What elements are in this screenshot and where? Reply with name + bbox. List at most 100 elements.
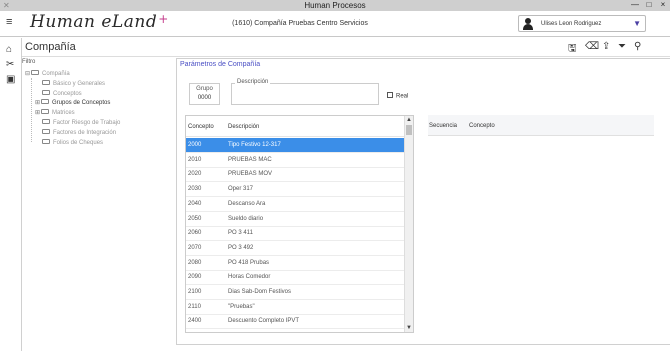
- vertical-scrollbar[interactable]: ▲ ▼: [404, 116, 413, 332]
- concepto-cell: 2000: [188, 142, 202, 148]
- real-checkbox[interactable]: Real: [387, 92, 409, 100]
- table-row[interactable]: 2030 Oper 317: [186, 182, 405, 198]
- table-row[interactable]: 2020 PRUEBAS MOV: [186, 167, 405, 183]
- concepto-cell: 2010: [188, 156, 202, 163]
- tree-filter-label: Filtro: [22, 59, 36, 65]
- scroll-down-icon[interactable]: ▼: [405, 324, 413, 332]
- descripcion-cell: PO 3 492: [228, 244, 254, 251]
- descripcion-cell: "Pruebas": [228, 303, 255, 310]
- concepto-cell: 2060: [188, 230, 202, 237]
- hamburger-menu-icon[interactable]: ≡: [6, 16, 12, 28]
- tools-icon[interactable]: ✂: [6, 59, 14, 70]
- report-icon[interactable]: ▣: [6, 74, 15, 85]
- descripcion-cell: Descanso Ara: [228, 200, 266, 207]
- user-menu[interactable]: Ulises Leon Rodriguez ▼: [518, 15, 646, 32]
- folder-icon: [42, 89, 50, 95]
- navigation-tree: Filtro ⊟ Compañía Básico y Generales Conc…: [22, 58, 175, 351]
- tree-node[interactable]: ⊞ Matrices: [35, 108, 75, 118]
- clear-icon[interactable]: ⌫: [585, 41, 599, 52]
- table-row[interactable]: 2060 PO 3 411: [186, 226, 405, 242]
- secuencia-grid-header: Secuencia Concepto: [428, 115, 654, 136]
- folder-icon: [42, 138, 50, 144]
- grupo-field[interactable]: Grupo 0000: [189, 83, 220, 105]
- descripcion-cell: Tipo Festivo 12-317: [228, 142, 281, 148]
- concepto-cell: 2100: [188, 289, 202, 295]
- table-row[interactable]: 2080 PO 418 Prubas: [186, 256, 405, 271]
- grupo-label: Grupo: [196, 86, 213, 92]
- table-row[interactable]: 2000 Tipo Festivo 12-317: [186, 138, 405, 153]
- save-icon[interactable]: 🖫: [568, 41, 577, 58]
- panel-title: Parámetros de Compañía: [180, 61, 261, 68]
- grupo-value: 0000: [197, 95, 212, 101]
- window-controls: — □ ×: [628, 0, 670, 11]
- column-header[interactable]: Concepto: [469, 123, 495, 129]
- table-row[interactable]: 2070 PO 3 492: [186, 241, 405, 256]
- tree-node[interactable]: Folios de Cheques: [42, 138, 103, 148]
- logo-text: Human eLand: [30, 12, 158, 32]
- concepto-cell: 2080: [188, 259, 202, 266]
- company-title: (1610) Compañía Pruebas Centro Servicios: [232, 20, 368, 27]
- folder-icon: [42, 128, 50, 134]
- column-header[interactable]: Secuencia: [429, 123, 457, 129]
- descripcion-cell: PRUEBAS MAC: [228, 156, 272, 163]
- filter-icon[interactable]: ⏷: [618, 41, 626, 52]
- descripcion-cell: Dias Sab-Dom Festivos: [228, 289, 292, 295]
- folder-icon: [41, 98, 49, 104]
- concepto-cell: 2070: [188, 244, 202, 251]
- descripcion-cell: PO 418 Prubas: [228, 259, 270, 266]
- descripcion-cell: PRUEBAS MOV: [228, 171, 273, 178]
- descripcion-field[interactable]: Descripción: [231, 79, 379, 105]
- concepto-cell: 2110: [188, 303, 201, 310]
- conceptos-grid: Concepto Descripción 2000 Tipo Festivo 12…: [185, 115, 414, 333]
- descripcion-cell: Oper 317: [228, 186, 254, 193]
- folder-icon: [41, 108, 49, 114]
- tree-node[interactable]: Básico y Generales: [42, 79, 105, 89]
- table-row[interactable]: 2110 "Pruebas": [186, 300, 405, 315]
- chevron-down-icon[interactable]: ▼: [633, 19, 641, 28]
- folder-icon: [42, 79, 50, 85]
- window-title: Human Procesos: [304, 1, 366, 10]
- descripcion-cell: Sueldo diario: [228, 215, 264, 222]
- descripcion-cell: Horas Comedor: [228, 274, 271, 281]
- table-row[interactable]: 2400 Descuento Completo IPVT: [186, 314, 405, 330]
- concepto-cell: 2040: [188, 200, 202, 207]
- user-avatar-icon: [523, 18, 533, 30]
- left-nav-bar: ≡ ⌂ ✂ ▣: [0, 16, 22, 351]
- parameters-panel: Parámetros de Compañía Grupo 0000 Descri…: [176, 58, 670, 345]
- window-titlebar: ✕ Human Procesos — □ ×: [0, 0, 670, 11]
- tree-node[interactable]: Factores de Integración: [42, 128, 116, 138]
- table-row[interactable]: 2010 PRUEBAS MAC: [186, 153, 405, 168]
- folder-icon: [42, 118, 50, 124]
- table-row[interactable]: 2050 Sueldo diario: [186, 212, 405, 227]
- search-icon[interactable]: ⚲: [634, 41, 641, 52]
- column-header[interactable]: Descripción: [228, 124, 259, 130]
- table-row[interactable]: 2100 Dias Sab-Dom Festivos: [186, 285, 405, 300]
- checkbox-icon[interactable]: [387, 92, 393, 98]
- column-header[interactable]: Concepto: [188, 124, 214, 130]
- descripcion-cell: Descuento Completo IPVT: [228, 318, 300, 325]
- concepto-cell: 2090: [188, 274, 202, 281]
- table-row[interactable]: 2090 Horas Comedor: [186, 270, 405, 286]
- grid-header: Concepto Descripción: [186, 116, 405, 137]
- tree-node-root[interactable]: ⊟ Compañía: [25, 69, 70, 79]
- logo: Human eLand+: [30, 12, 169, 32]
- scroll-up-icon[interactable]: ▲: [405, 116, 413, 124]
- export-icon[interactable]: ⇪: [602, 41, 610, 52]
- toolbar: Compañía 🖫 ⌫ ⇪ ⏷ ⚲: [22, 38, 670, 57]
- app-header: Human eLand+ (1610) Compañía Pruebas Cen…: [0, 11, 670, 37]
- home-icon[interactable]: ⌂: [6, 44, 12, 55]
- maximize-button[interactable]: □: [642, 0, 656, 11]
- close-button[interactable]: ×: [656, 0, 670, 11]
- logo-plus: +: [158, 12, 169, 26]
- user-name: Ulises Leon Rodriguez: [541, 21, 602, 27]
- concepto-cell: 2400: [188, 318, 202, 325]
- real-label: Real: [396, 93, 409, 100]
- minimize-button[interactable]: —: [628, 0, 642, 11]
- concepto-cell: 2050: [188, 215, 202, 222]
- table-row[interactable]: 2040 Descanso Ara: [186, 197, 405, 212]
- scroll-thumb[interactable]: [406, 125, 412, 135]
- concepto-cell: 2020: [188, 171, 202, 178]
- tree-line: [31, 78, 32, 142]
- tree-node[interactable]: Factor Riesgo de Trabajo: [42, 118, 120, 128]
- tree-node-selected[interactable]: ⊞ Grupos de Conceptos: [35, 98, 110, 108]
